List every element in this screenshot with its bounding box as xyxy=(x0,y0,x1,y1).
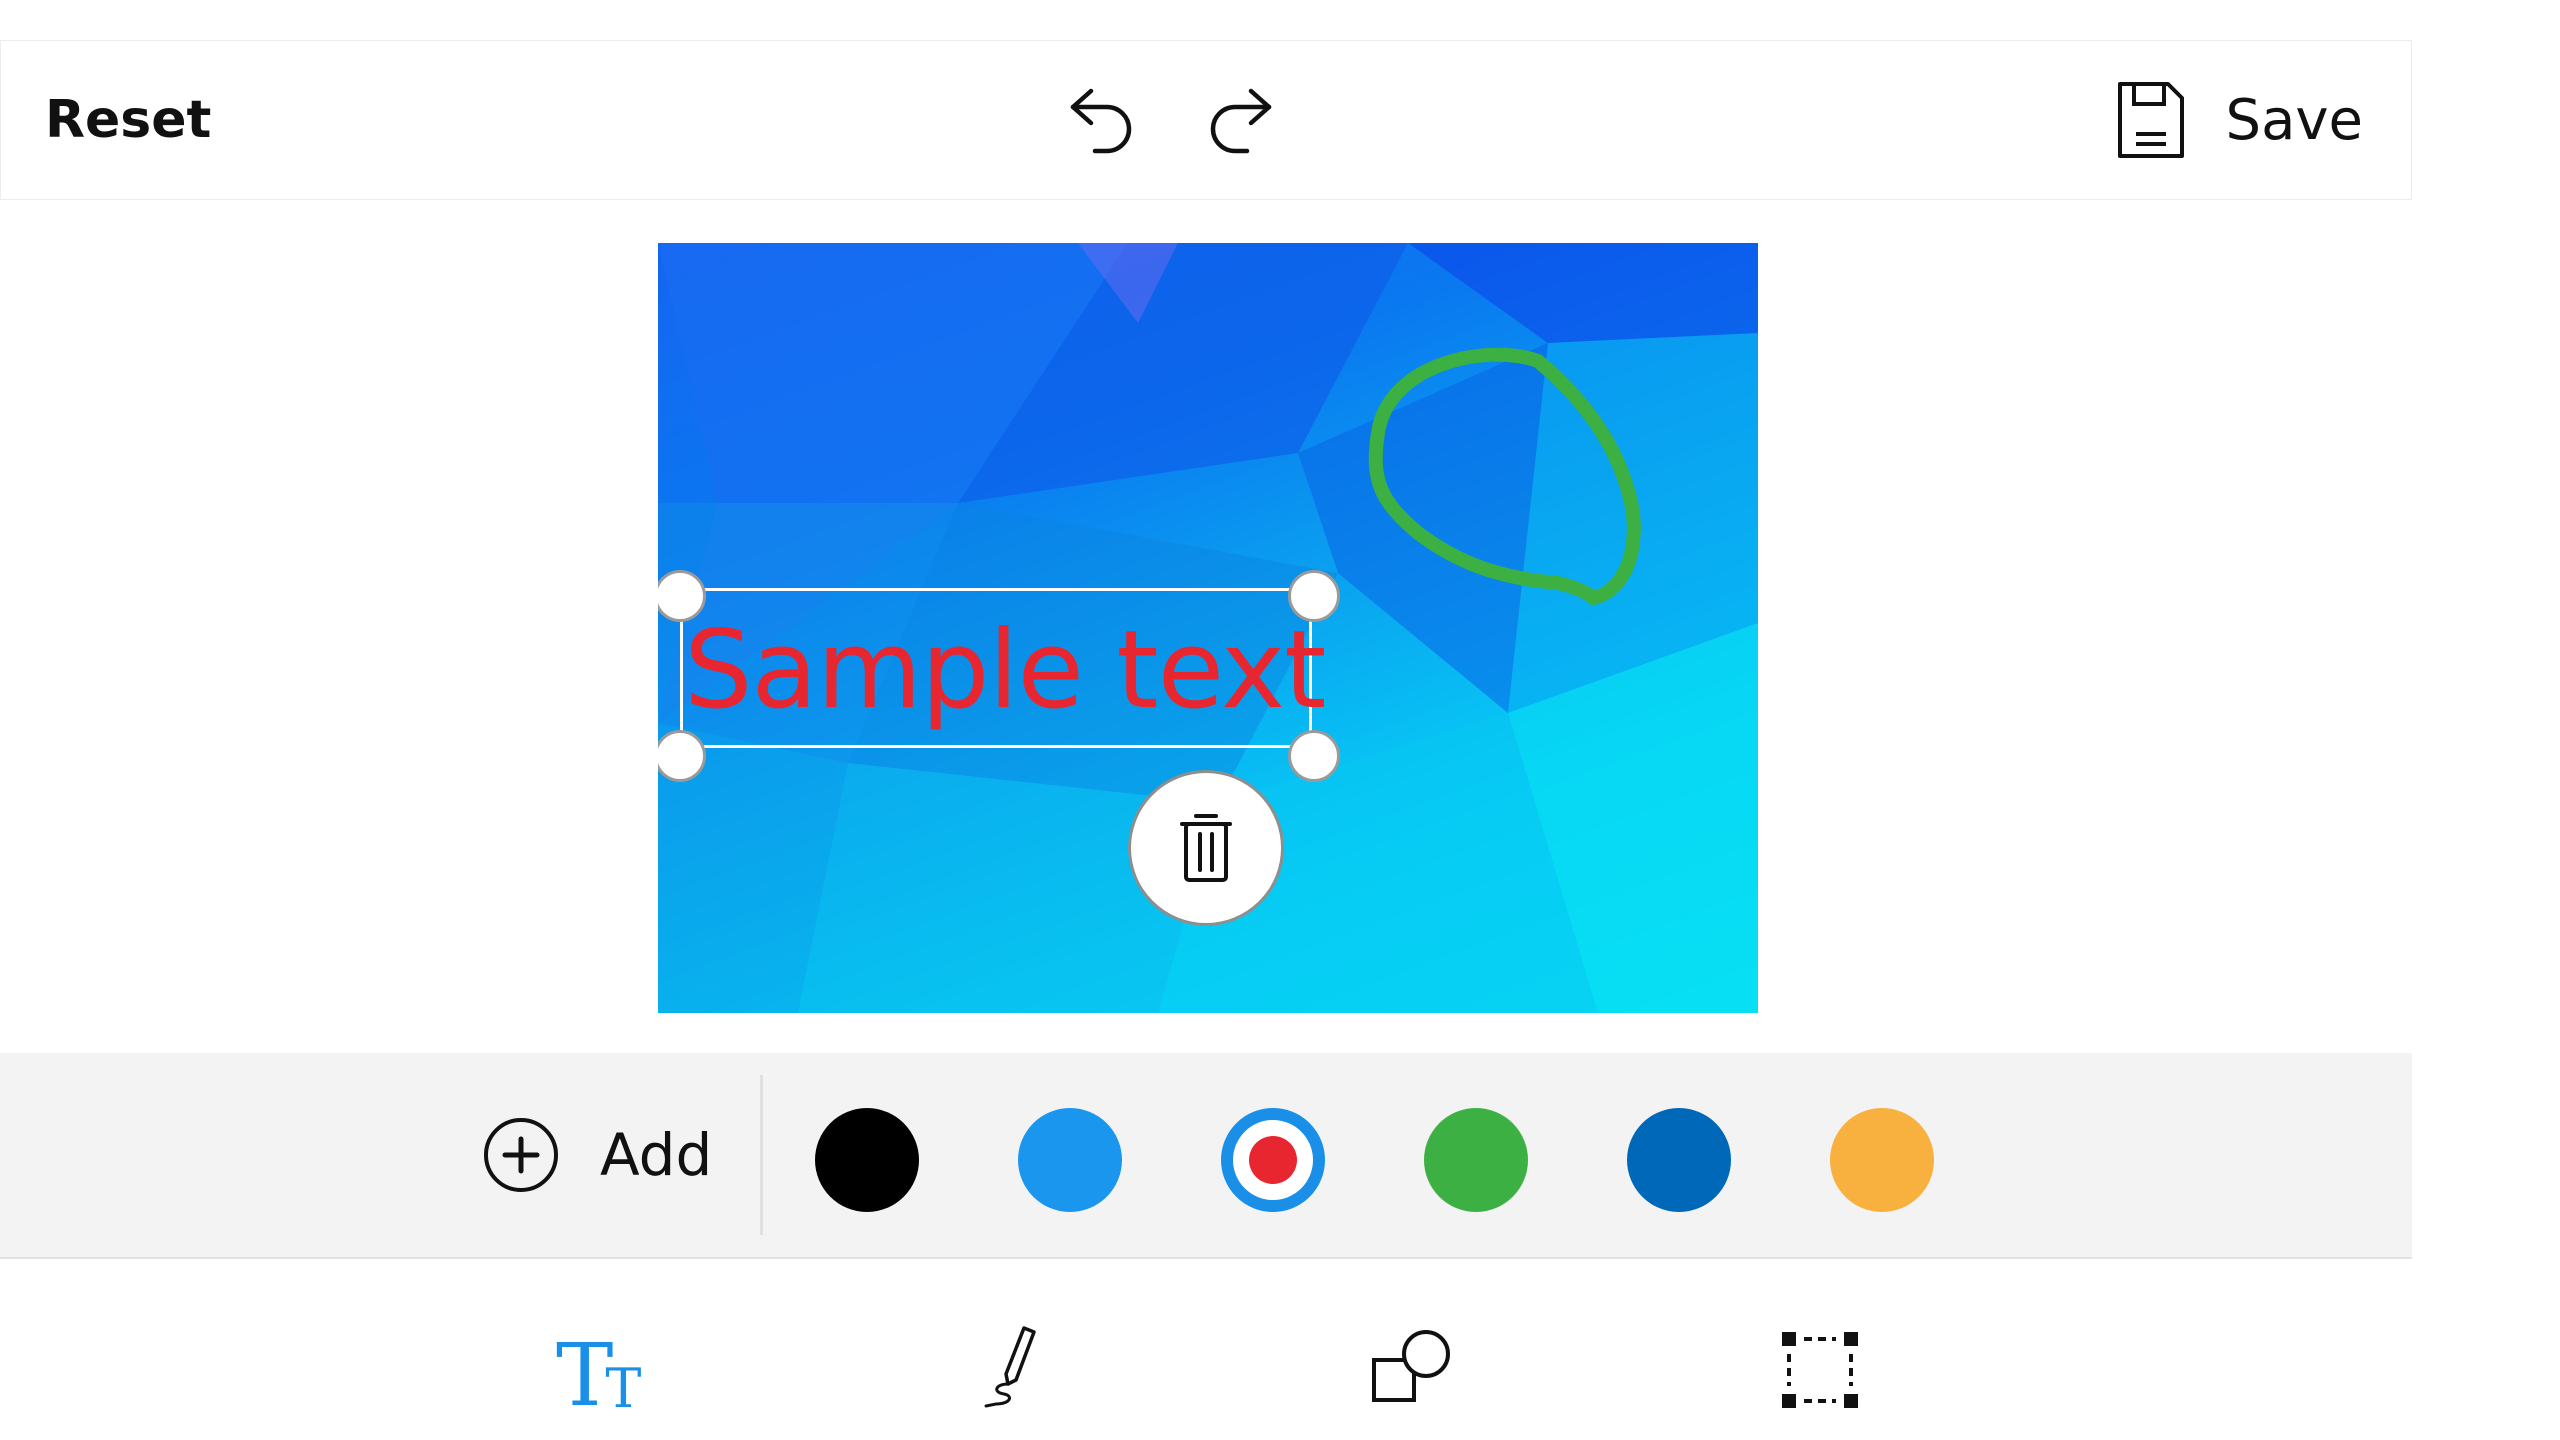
save-label: Save xyxy=(2225,87,2363,153)
add-label: Add xyxy=(600,1121,713,1189)
color-swatch-dark-blue[interactable] xyxy=(1627,1108,1731,1212)
delete-button[interactable] xyxy=(1128,770,1284,926)
tool-bar: T T xyxy=(0,1290,2412,1440)
save-button[interactable]: Save xyxy=(2114,41,2363,199)
color-swatch-black[interactable] xyxy=(815,1108,919,1212)
text-tool-button[interactable]: T T xyxy=(556,1320,652,1420)
top-toolbar: Reset Save xyxy=(0,40,2412,200)
trash-icon xyxy=(1180,814,1232,882)
text-size-icon-small: T xyxy=(605,1357,642,1420)
resize-handle-bottom-right[interactable] xyxy=(1288,730,1340,782)
shapes-icon[interactable] xyxy=(1366,1322,1462,1418)
add-button[interactable]: Add xyxy=(482,1053,712,1257)
color-swatch-orange[interactable] xyxy=(1830,1108,1934,1212)
undo-icon[interactable] xyxy=(1061,81,1147,167)
divider xyxy=(760,1075,763,1235)
pen-icon[interactable] xyxy=(966,1322,1062,1418)
annotation-text[interactable]: Sample text xyxy=(684,601,1326,741)
color-swatch-green[interactable] xyxy=(1424,1108,1528,1212)
reset-button[interactable]: Reset xyxy=(45,90,211,150)
plus-circle-icon xyxy=(484,1118,558,1192)
color-toolbar: Add xyxy=(0,1053,2412,1259)
redo-icon[interactable] xyxy=(1195,81,1281,167)
save-icon xyxy=(2117,82,2184,158)
image-canvas[interactable]: Sample text xyxy=(658,243,1758,1013)
color-swatch-red[interactable] xyxy=(1221,1108,1325,1212)
color-swatch-light-blue[interactable] xyxy=(1018,1108,1122,1212)
crop-select-icon[interactable] xyxy=(1772,1322,1868,1418)
resize-handle-top-right[interactable] xyxy=(1288,570,1340,622)
